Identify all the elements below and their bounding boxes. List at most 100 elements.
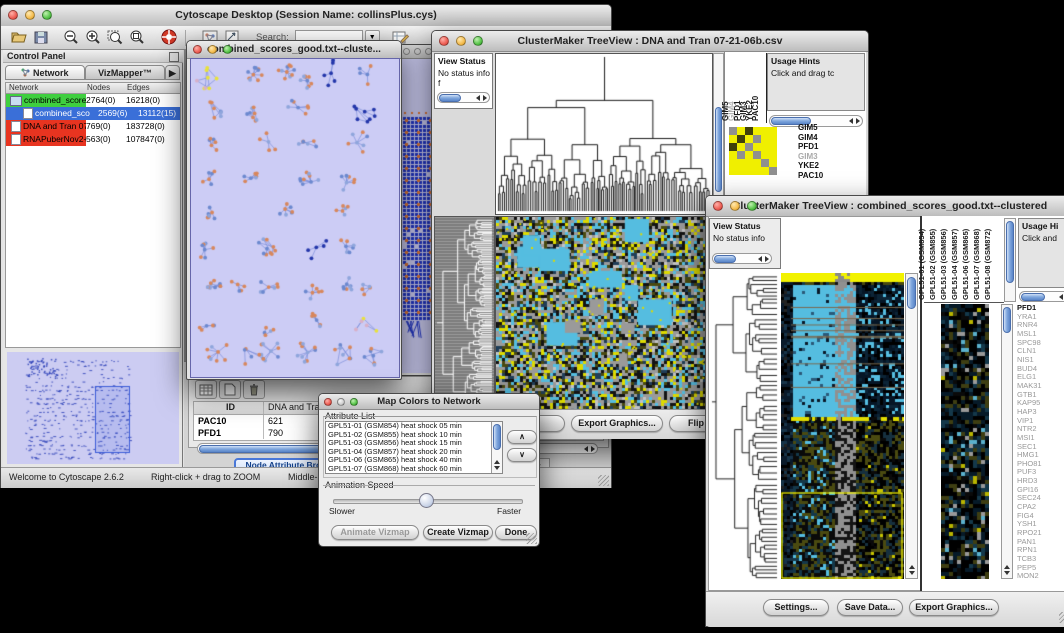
close-button[interactable] xyxy=(403,48,410,55)
dialog-title-bar[interactable]: Map Colors to Network xyxy=(319,394,539,410)
network-overview-canvas[interactable] xyxy=(7,352,179,464)
row-dendrogram-canvas[interactable] xyxy=(434,216,495,411)
close-button[interactable] xyxy=(439,36,449,46)
main-title-bar[interactable]: Cytoscape Desktop (Session Name: collins… xyxy=(1,5,611,27)
matrix-cell[interactable] xyxy=(729,143,737,151)
matrix-cell[interactable] xyxy=(761,151,769,159)
matrix-cell[interactable] xyxy=(737,143,745,151)
heatmap-canvas[interactable] xyxy=(495,216,713,411)
matrix-cell[interactable] xyxy=(761,167,769,175)
matrix-cell[interactable] xyxy=(761,159,769,167)
help-lifering-icon[interactable] xyxy=(159,28,179,47)
attribute-list-vscrollbar[interactable] xyxy=(491,422,502,473)
gene-label[interactable]: PFD1 xyxy=(798,142,864,152)
column-dendrogram-canvas[interactable] xyxy=(495,53,713,215)
move-down-button[interactable]: ∨ xyxy=(507,448,537,462)
map-colors-dialog[interactable]: Map Colors to Network Attribute List GPL… xyxy=(318,393,540,547)
matrix-cell[interactable] xyxy=(729,151,737,159)
minimize-button[interactable] xyxy=(730,201,740,211)
minimize-button[interactable] xyxy=(337,398,345,406)
matrix-cell[interactable] xyxy=(769,151,777,159)
matrix-cell[interactable] xyxy=(753,143,761,151)
network-view-canvas[interactable] xyxy=(190,58,400,378)
matrix-cell[interactable] xyxy=(769,127,777,135)
close-button[interactable] xyxy=(324,398,332,406)
matrix-cell[interactable] xyxy=(737,151,745,159)
heatmap-canvas[interactable] xyxy=(781,273,904,579)
tab-network[interactable]: Network xyxy=(5,65,85,80)
treeview2-title-bar[interactable]: ClusterMaker TreeView : combined_scores_… xyxy=(706,196,1064,217)
float-panel-icon[interactable] xyxy=(169,52,179,62)
dialog-resize-grip[interactable] xyxy=(526,533,537,544)
matrix-cell[interactable] xyxy=(769,135,777,143)
zoom-button[interactable] xyxy=(350,398,358,406)
matrix-cell[interactable] xyxy=(753,151,761,159)
close-button[interactable] xyxy=(193,45,202,54)
network-table-row[interactable]: combined_scores2764(0)16218(0) xyxy=(6,94,180,107)
matrix-cell[interactable] xyxy=(737,127,745,135)
attribute-list[interactable]: GPL51-01 (GSM854) heat shock 05 minGPL51… xyxy=(325,421,503,474)
matrix-cell[interactable] xyxy=(745,151,753,159)
close-button[interactable] xyxy=(8,10,18,20)
matrix-cell[interactable] xyxy=(761,143,769,151)
gene-label[interactable]: PAC10 xyxy=(798,171,864,181)
matrix-cell[interactable] xyxy=(737,167,745,175)
matrix-cell[interactable] xyxy=(737,159,745,167)
gene-label[interactable]: YKE2 xyxy=(798,161,864,171)
attribute-list-item[interactable]: GPL51-07 (GSM868) heat shock 60 min xyxy=(326,465,491,474)
gene-label[interactable]: GIM4 xyxy=(798,133,864,143)
matrix-cell[interactable] xyxy=(753,127,761,135)
matrix-cell[interactable] xyxy=(769,159,777,167)
export-graphics-button[interactable]: Export Graphics... xyxy=(571,415,663,432)
matrix-cell[interactable] xyxy=(729,135,737,143)
gene-label[interactable]: GIM3 xyxy=(798,152,864,162)
overview-vscrollbar[interactable] xyxy=(1001,304,1013,579)
network-table-row[interactable]: RNAPuberNov2+|563(0)107847(0) xyxy=(6,133,180,146)
matrix-cell[interactable] xyxy=(753,159,761,167)
matrix-cell[interactable] xyxy=(761,135,769,143)
new-attribute-icon[interactable] xyxy=(219,380,241,399)
close-button[interactable] xyxy=(713,201,723,211)
network-table-row[interactable]: DNA and Tran 07769(0)183728(0) xyxy=(6,120,180,133)
zoom-out-icon[interactable] xyxy=(61,28,81,47)
row-dendrogram-canvas[interactable] xyxy=(709,271,779,584)
zoom-button[interactable] xyxy=(473,36,483,46)
gene-label[interactable]: GIM5 xyxy=(798,123,864,133)
usage-hints-scrollbar[interactable] xyxy=(1019,291,1064,302)
zoom-selected-icon[interactable] xyxy=(105,28,125,47)
minimize-button[interactable] xyxy=(456,36,466,46)
matrix-cell[interactable] xyxy=(729,159,737,167)
animate-vizmap-button[interactable]: Animate Vizmap xyxy=(331,525,419,540)
treeview-window-combined[interactable]: ClusterMaker TreeView : combined_scores_… xyxy=(705,195,1064,627)
view-status-scrollbar[interactable] xyxy=(437,92,490,103)
open-file-icon[interactable] xyxy=(9,28,29,47)
zoom-button[interactable] xyxy=(747,201,757,211)
network-view-window[interactable]: combined_scores_good.txt--cluste... xyxy=(186,40,402,380)
matrix-cell[interactable] xyxy=(745,127,753,135)
matrix-cell[interactable] xyxy=(745,167,753,175)
matrix-cell[interactable] xyxy=(745,159,753,167)
minimize-button[interactable] xyxy=(25,10,35,20)
heatmap-vscrollbar[interactable] xyxy=(905,273,918,579)
gene-correlation-matrix[interactable] xyxy=(729,127,777,175)
matrix-cell[interactable] xyxy=(745,143,753,151)
settings-button[interactable]: Settings... xyxy=(763,599,829,616)
zoom-button[interactable] xyxy=(223,45,232,54)
matrix-cell[interactable] xyxy=(753,135,761,143)
create-vizmap-button[interactable]: Create Vizmap xyxy=(423,525,493,540)
column-labels-vscrollbar[interactable] xyxy=(1004,218,1016,302)
matrix-cell[interactable] xyxy=(729,127,737,135)
save-icon[interactable] xyxy=(31,28,51,47)
minimize-button[interactable] xyxy=(414,48,421,55)
move-up-button[interactable]: ∧ xyxy=(507,430,537,444)
matrix-cell[interactable] xyxy=(761,127,769,135)
zoom-in-icon[interactable] xyxy=(83,28,103,47)
matrix-cell[interactable] xyxy=(737,135,745,143)
minimize-button[interactable] xyxy=(208,45,217,54)
attribute-select-icon[interactable] xyxy=(195,380,217,399)
matrix-cell[interactable] xyxy=(729,167,737,175)
tab-vizmapper[interactable]: VizMapper™ xyxy=(85,65,165,80)
matrix-cell[interactable] xyxy=(745,135,753,143)
matrix-cell[interactable] xyxy=(769,167,777,175)
window-resize-grip[interactable] xyxy=(1059,612,1064,623)
